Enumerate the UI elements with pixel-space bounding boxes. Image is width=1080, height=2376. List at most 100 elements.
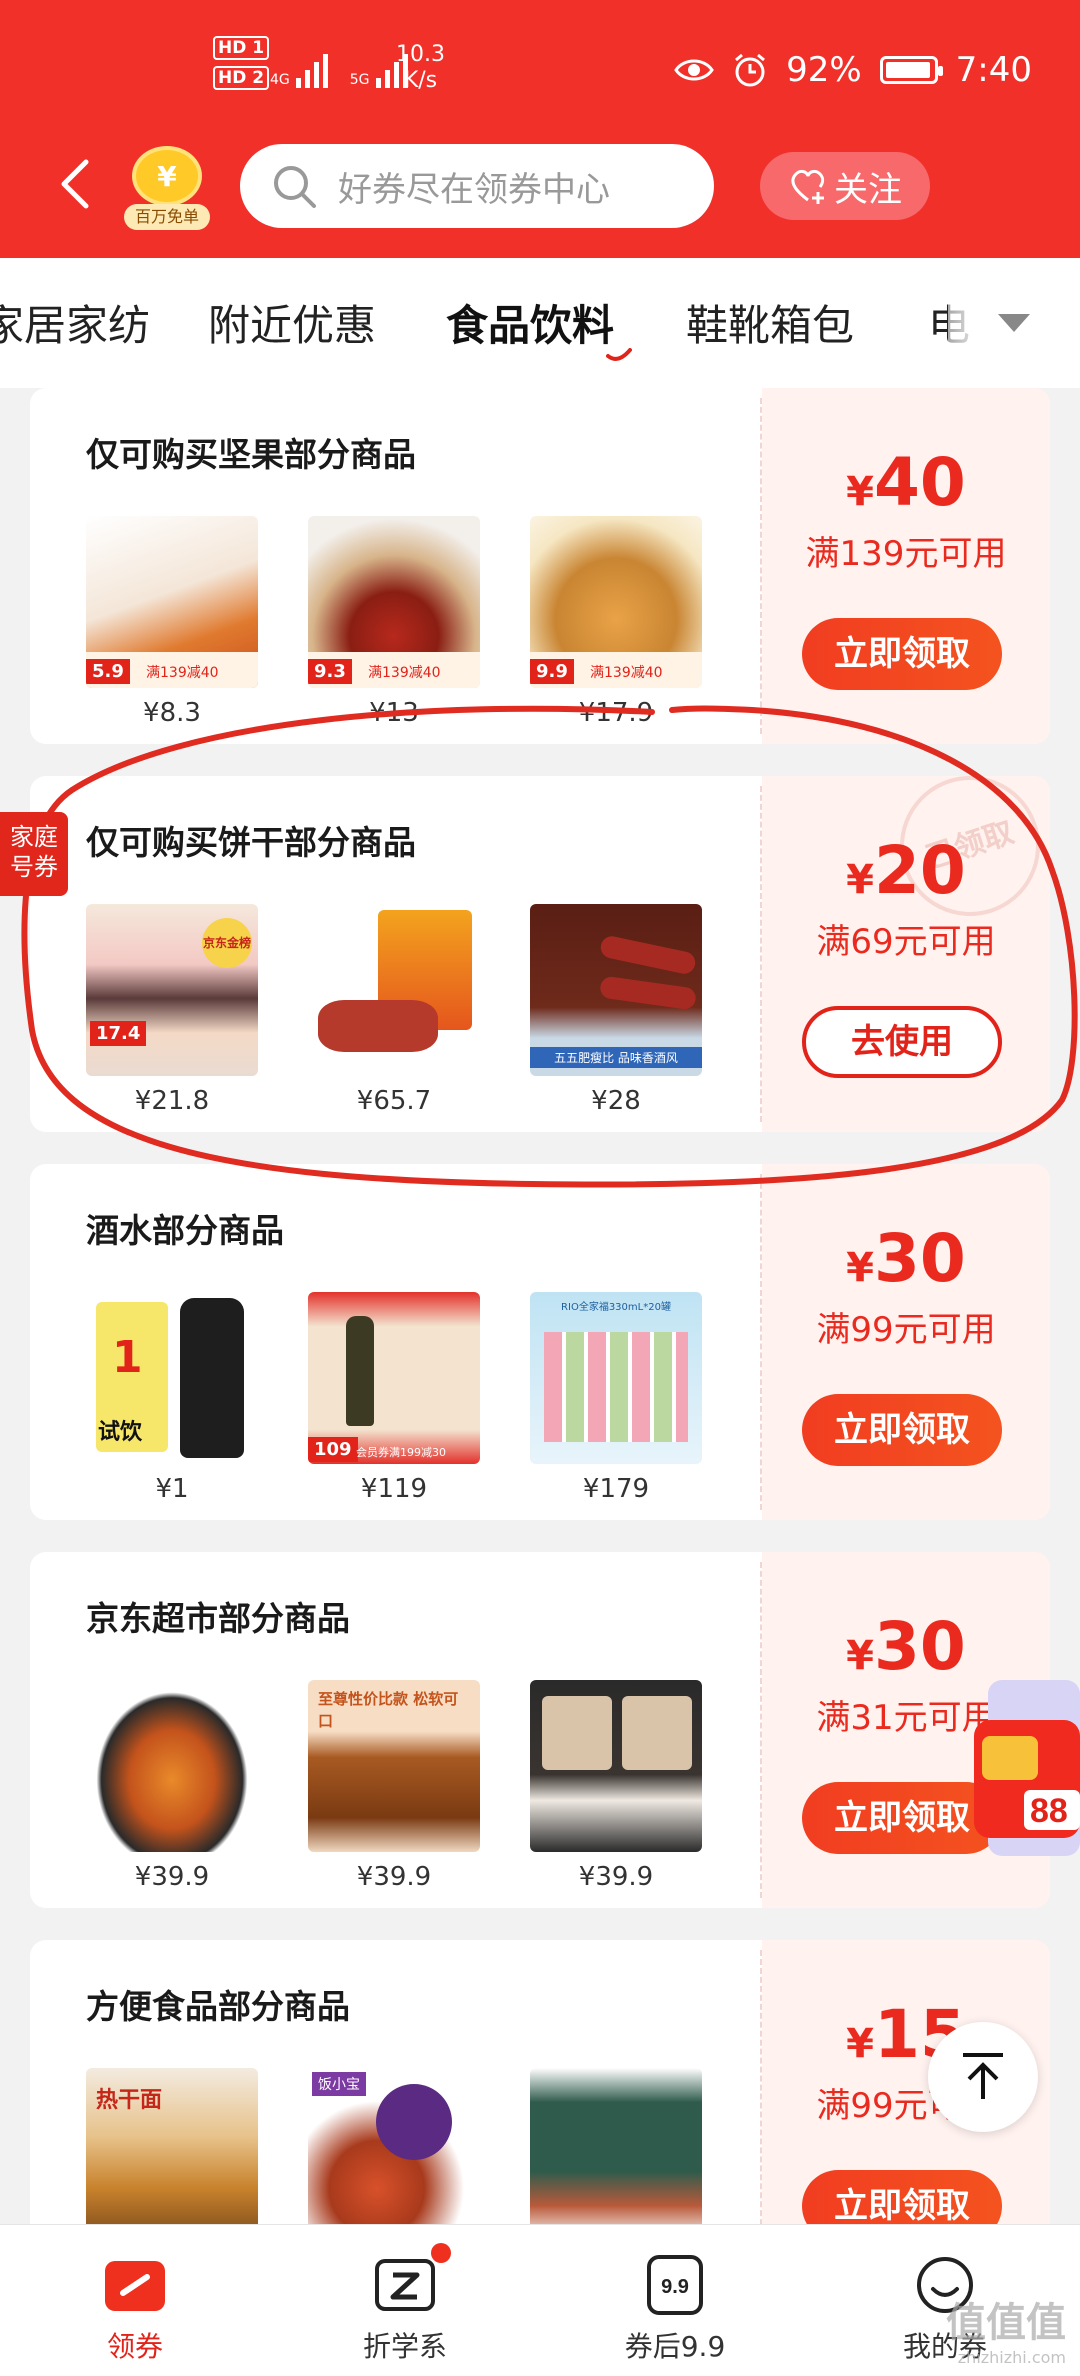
tab-discount-school[interactable]: 折学系	[270, 2225, 540, 2376]
claim-button[interactable]: 立即领取	[802, 618, 1002, 690]
category-tabs: 家居家纺 附近优惠 食品饮料 鞋靴箱包 电	[0, 258, 1080, 388]
z-icon	[373, 2243, 451, 2317]
red-envelope-float-button[interactable]: 88	[968, 1680, 1080, 1856]
product-tag-text: 满139减40	[590, 665, 663, 681]
product-item[interactable]: 9.3 满139减40 ¥13	[308, 516, 480, 728]
tab-label: 券后9.9	[624, 2330, 726, 2363]
watermark: 值值值 zhizhizhi.com	[946, 2300, 1066, 2367]
product-item[interactable]: 9.9 满139减40 ¥17.9	[530, 516, 702, 728]
product-item[interactable]: 至尊性价比款 松软可口 ¥39.9	[308, 1680, 480, 1892]
top-nav: ¥ 百万免单 好券尽在领券中心 关注	[0, 140, 1080, 230]
arrow-up-icon	[963, 2053, 1003, 2099]
tab-food-drinks[interactable]: 食品饮料	[446, 292, 614, 353]
system-status: 92% 7:40	[674, 50, 1032, 90]
tab-label: 领券	[106, 2330, 163, 2363]
product-image-nut-3: 9.9 满139减40	[530, 516, 702, 688]
tab-coupons[interactable]: 领券	[0, 2225, 270, 2376]
product-item[interactable]: 1 试饮 ¥1	[86, 1292, 258, 1504]
product-item[interactable]: 5.9 满139减40 ¥8.3	[86, 516, 258, 728]
coupon-title: 仅可购买饼干部分商品	[86, 823, 416, 862]
product-item[interactable]: 饭小宝	[308, 2068, 480, 2240]
svg-text:9.9: 9.9	[661, 2276, 689, 2298]
product-item[interactable]: ¥39.9	[530, 1680, 702, 1892]
free-order-badge[interactable]: ¥ 百万免单	[124, 146, 210, 230]
coupon-products: 酒水部分商品 1 试饮 ¥1 109 会员券满199减30 ¥119 RIO全家…	[30, 1164, 760, 1520]
product-image-biscuit-1: 京东金榜 17.4	[86, 904, 258, 1076]
product-image-instant-1: 热干面	[86, 2068, 258, 2240]
notification-dot	[431, 2243, 451, 2263]
network-label-1: 4G	[270, 72, 290, 88]
signal-icon: 4G 5G	[270, 44, 408, 88]
active-tab-indicator	[606, 348, 632, 361]
tab-home-textiles[interactable]: 家居家纺	[0, 292, 150, 353]
product-price: ¥28	[591, 1086, 641, 1116]
product-tag-text: 满139减40	[368, 665, 441, 681]
product-tag-price: 5.9	[86, 659, 130, 684]
product-item[interactable]: 热干面	[86, 2068, 258, 2240]
product-tag-text: 会员券满199减30	[356, 1446, 446, 1459]
coupon-title: 方便食品部分商品	[86, 1987, 350, 2026]
tab-after-coupon-9-9[interactable]: 9.9 券后9.9	[540, 2225, 810, 2376]
clock: 7:40	[955, 50, 1032, 90]
coupon-value-panel: 已领取 ¥20 满69元可用 去使用	[762, 776, 1050, 1132]
product-tag-price: 17.4	[90, 1021, 147, 1046]
product-item[interactable]: ¥39.9	[86, 1680, 258, 1892]
red-envelope-icon: 88	[974, 1680, 1080, 1856]
coupon-condition: 满69元可用	[816, 922, 996, 962]
tab-shoes-bags[interactable]: 鞋靴箱包	[686, 292, 854, 353]
product-tag-text: 至尊性价比款 松软可口	[318, 1690, 459, 1730]
product-image-liquor-2: 109 会员券满199减30	[308, 1292, 480, 1464]
product-item[interactable]: 109 会员券满199减30 ¥119	[308, 1292, 480, 1504]
coupon-products: 仅可购买坚果部分商品 5.9 满139减40 ¥8.3 9.3 满139减40 …	[30, 388, 760, 744]
product-price: ¥17.9	[578, 698, 654, 728]
product-tag-price: 9.3	[308, 659, 352, 684]
product-price: ¥8.3	[143, 698, 201, 728]
coupon-title: 仅可购买坚果部分商品	[86, 435, 416, 474]
coupon-card: 京东超市部分商品 ¥39.9 至尊性价比款 松软可口 ¥39.9 ¥39.9 ¥…	[30, 1552, 1050, 1908]
battery-percent: 92%	[786, 50, 862, 90]
coupon-condition: 满99元可用	[816, 1310, 996, 1350]
search-input[interactable]: 好券尽在领券中心	[240, 144, 714, 228]
heart-plus-icon	[791, 169, 825, 204]
product-image-instant-2: 饭小宝	[308, 2068, 480, 2240]
coupon-products: 京东超市部分商品 ¥39.9 至尊性价比款 松软可口 ¥39.9 ¥39.9	[30, 1552, 760, 1908]
product-item[interactable]: ¥65.7	[308, 904, 480, 1116]
tab-nearby-deals[interactable]: 附近优惠	[208, 292, 376, 353]
follow-button[interactable]: 关注	[760, 152, 930, 220]
product-image-liquor-3: RIO全家福330mL*20罐	[530, 1292, 702, 1464]
back-to-top-button[interactable]	[928, 2022, 1038, 2132]
claim-button[interactable]: 立即领取	[802, 1394, 1002, 1466]
product-price: ¥119	[360, 1474, 428, 1504]
back-button[interactable]	[56, 158, 96, 210]
product-tag-text: 热干面	[96, 2088, 163, 2113]
coupon-amount: ¥40	[846, 444, 966, 521]
product-tag-price: 109	[308, 1437, 358, 1462]
battery-icon	[879, 56, 943, 84]
coupon-amount: ¥30	[846, 1608, 966, 1685]
product-item[interactable]: 五五肥瘦比 品味香酒风 ¥28	[530, 904, 702, 1116]
product-image-nut-1: 5.9 满139减40	[86, 516, 258, 688]
coupon-value-panel: ¥30 满99元可用 立即领取	[762, 1164, 1050, 1520]
coupon-products: 仅可购买饼干部分商品 京东金榜 17.4 ¥21.8 ¥65.7 五五肥瘦比 品…	[30, 776, 760, 1132]
product-image-sausage-1	[308, 904, 480, 1076]
product-image-nut-2: 9.3 满139减40	[308, 516, 480, 688]
nine-nine-icon: 9.9	[643, 2253, 707, 2317]
family-coupon-tag: 家庭号券	[0, 812, 68, 896]
product-item[interactable]: 京东金榜 17.4 ¥21.8	[86, 904, 258, 1116]
product-price: ¥39.9	[578, 1862, 654, 1892]
status-bar: HD 1 HD 2 4G 5G 10.3 K/s 92% 7:40	[0, 36, 1080, 106]
triangle-down-icon	[998, 314, 1030, 332]
header: HD 1 HD 2 4G 5G 10.3 K/s 92% 7:40 ¥ 百万免单	[0, 0, 1080, 258]
use-coupon-button[interactable]: 去使用	[802, 1006, 1002, 1078]
product-item[interactable]: RIO全家福330mL*20罐 ¥179	[530, 1292, 702, 1504]
expand-categories-button[interactable]	[948, 258, 1080, 388]
product-tag-text: RIO全家福330mL*20罐	[561, 1302, 671, 1313]
product-tag-text: 五五肥瘦比 品味香酒风	[530, 1047, 702, 1068]
coupon-card: 仅可购买坚果部分商品 5.9 满139减40 ¥8.3 9.3 满139减40 …	[30, 388, 1050, 744]
coupon-card: 仅可购买饼干部分商品 京东金榜 17.4 ¥21.8 ¥65.7 五五肥瘦比 品…	[30, 776, 1050, 1132]
coupon-condition: 满139元可用	[805, 534, 1007, 574]
hd1-label: HD 1	[213, 36, 270, 60]
product-price: ¥179	[582, 1474, 650, 1504]
product-tag-price: 1	[112, 1332, 143, 1383]
product-item[interactable]	[530, 2068, 702, 2240]
